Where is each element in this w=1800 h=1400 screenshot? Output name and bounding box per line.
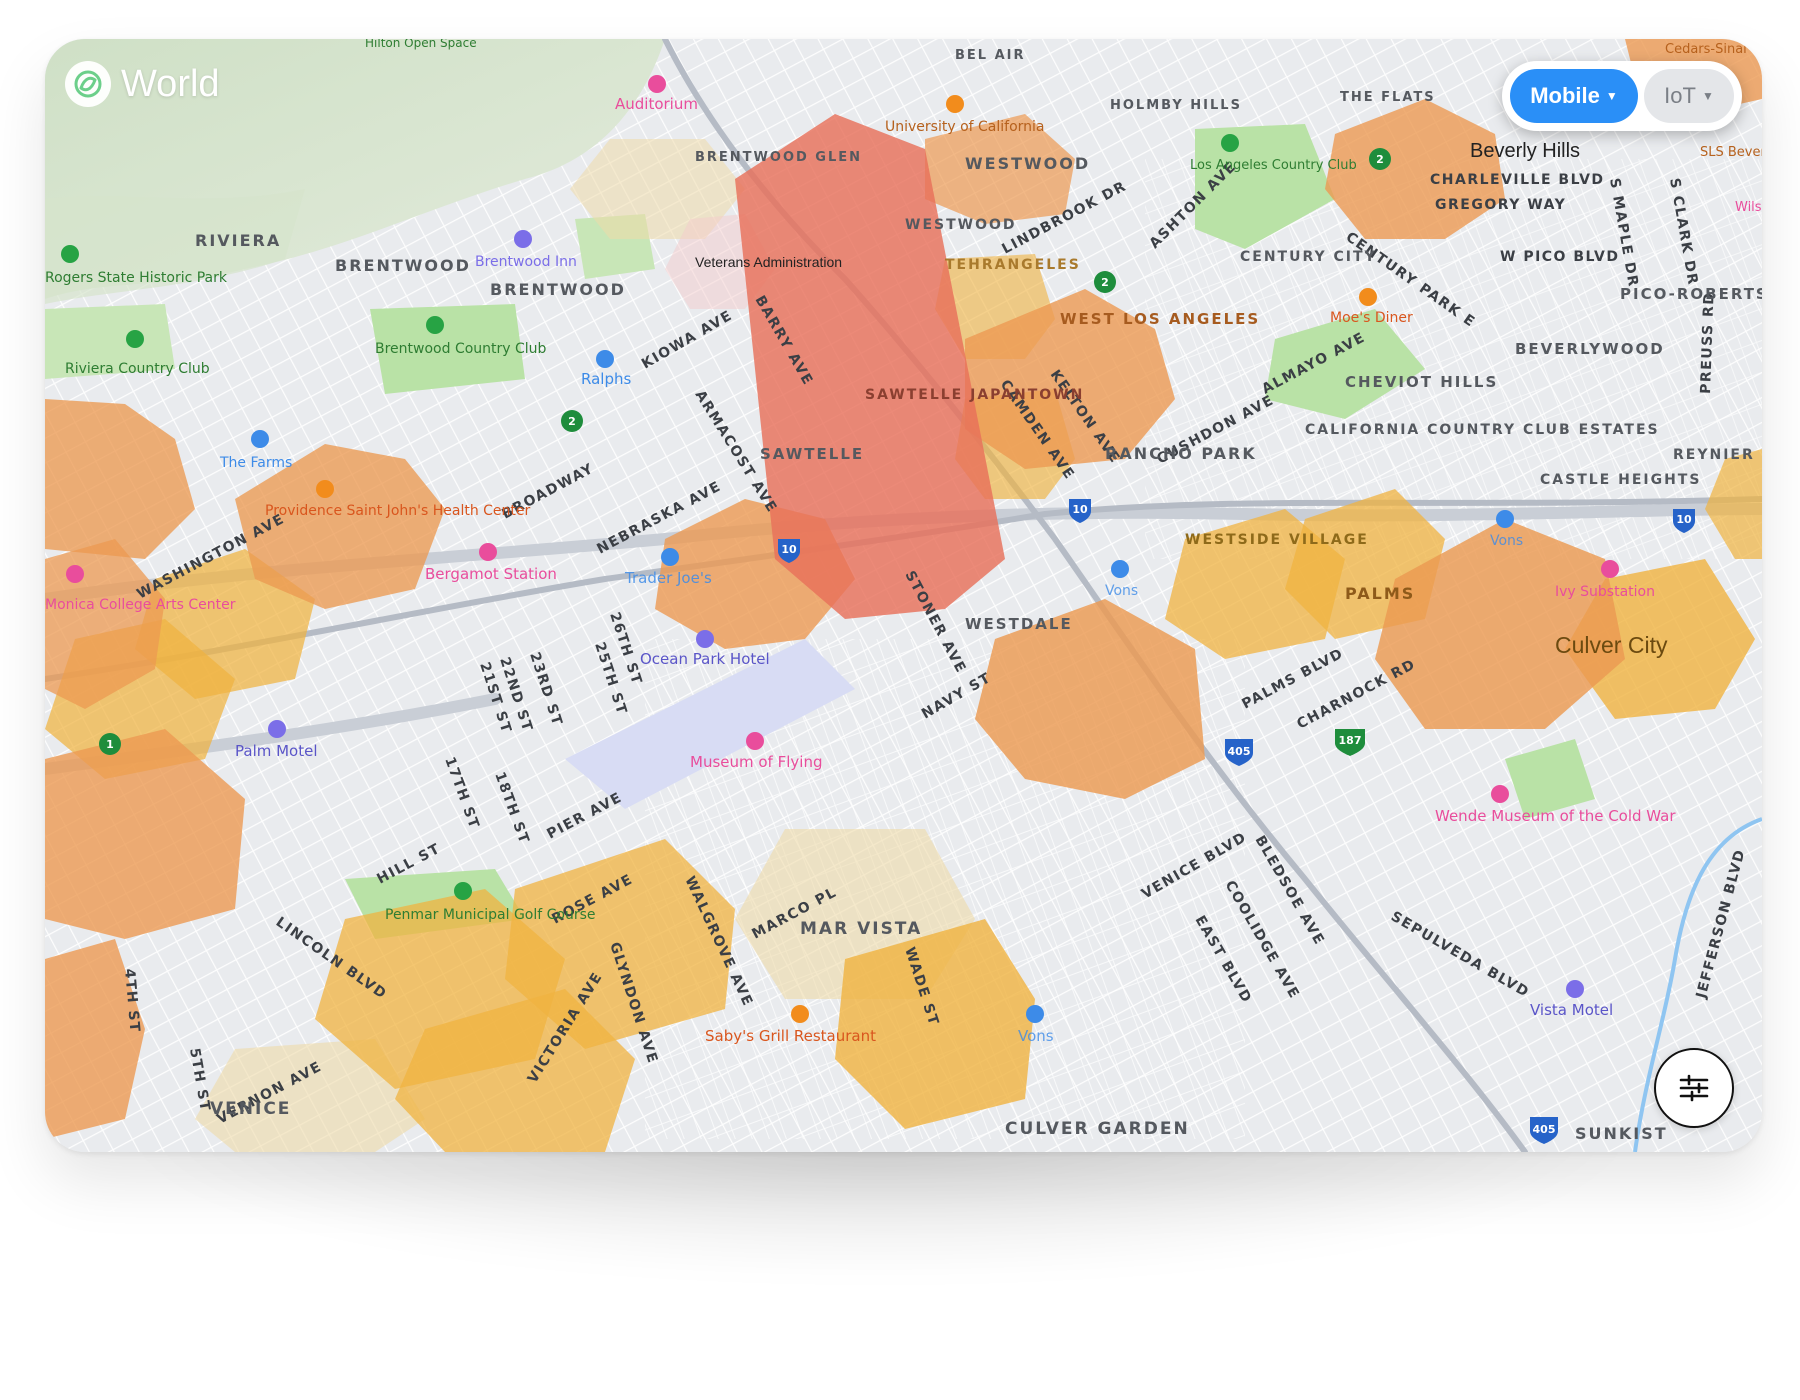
poi-label: Moe's Diner [1330, 310, 1413, 326]
district-label: BRENTWOOD [490, 280, 626, 299]
district-label: WESTWOOD [905, 217, 1017, 233]
poi-label: Wende Museum of the Cold War [1435, 807, 1676, 825]
poi-label: SLS Bever [1700, 145, 1762, 160]
svg-text:2: 2 [568, 415, 576, 428]
district-label: BEVERLYWOOD [1515, 340, 1665, 358]
highway-shield-icon: 2 [1369, 148, 1391, 170]
district-label: CALIFORNIA COUNTRY CLUB ESTATES [1305, 422, 1660, 438]
toggle-label: Mobile [1530, 83, 1600, 108]
svg-text:187: 187 [1339, 734, 1362, 747]
caret-down-icon: ▼ [1605, 89, 1618, 103]
svg-text:10: 10 [1676, 513, 1692, 526]
district-label: CASTLE HEIGHTS [1540, 472, 1701, 488]
poi-label: Monica College Arts Center [45, 597, 236, 613]
world-logo-icon [65, 61, 111, 107]
district-label: CHEVIOT HILLS [1345, 373, 1498, 391]
poi-label: Saby's Grill Restaurant [705, 1027, 876, 1045]
city-label: Veterans Administration [695, 254, 842, 270]
district-label: WESTSIDE VILLAGE [1185, 532, 1369, 548]
poi-label: Ivy Substation [1555, 584, 1655, 600]
poi-label: Auditorium [615, 95, 698, 113]
district-label: REYNIER VILLAGE [1673, 447, 1762, 463]
poi-label: Providence Saint John's Health Center [265, 503, 531, 519]
street-label: W PICO BLVD [1500, 249, 1619, 265]
poi-label: Vista Motel [1530, 1001, 1613, 1019]
poi-label: Vons [1018, 1027, 1054, 1045]
svg-text:10: 10 [781, 543, 797, 556]
highway-shield-icon: 1 [99, 733, 121, 755]
iot-toggle-button[interactable]: IoT ▼ [1644, 69, 1734, 123]
poi-label: Los Angeles Country Club [1190, 158, 1357, 173]
poi-label: Vons [1105, 583, 1138, 599]
svg-text:10: 10 [1072, 503, 1088, 516]
poi-label: Palm Motel [235, 742, 318, 760]
poi-label: Bergamot Station [425, 565, 557, 583]
district-label: SUNKIST [1575, 1124, 1668, 1143]
caret-down-icon: ▼ [1701, 89, 1714, 103]
poi-label: Ocean Park Hotel [640, 650, 770, 668]
highway-shield-icon: 2 [561, 410, 583, 432]
poi-label: Wils [1735, 200, 1762, 215]
district-label: SAWTELLE JAPANTOWN [865, 387, 1084, 403]
district-label: WESTWOOD [965, 154, 1090, 173]
brand-name: World [121, 62, 220, 105]
poi-marker: Hilton Open Space [365, 39, 477, 50]
poi-label: Brentwood Inn [475, 254, 577, 270]
filter-button[interactable] [1654, 1048, 1734, 1128]
district-label: MAR VISTA [800, 919, 922, 939]
poi-marker: Cedars-Sinai [1665, 42, 1747, 57]
street-label: GREGORY WAY [1435, 197, 1566, 213]
mobile-toggle-button[interactable]: Mobile ▼ [1510, 69, 1638, 123]
district-label: TEHRANGELES [945, 257, 1081, 273]
poi-label: Hilton Open Space [365, 39, 477, 50]
district-label: PICO-ROBERTSON [1620, 285, 1762, 303]
district-label: SAWTELLE [760, 445, 864, 463]
district-label: CENTURY CITY [1240, 249, 1377, 265]
poi-marker: SLS Bever [1700, 145, 1762, 160]
highway-shield-icon: 2 [1094, 271, 1116, 293]
district-label: BEL AIR [955, 48, 1026, 63]
district-label: HOLMBY HILLS [1110, 98, 1242, 113]
district-label: RIVIERA [195, 231, 281, 250]
poi-label: Vons [1490, 533, 1523, 549]
map-card[interactable]: BROADWAY NEBRASKA AVE WASHINGTON AVE KIO… [45, 39, 1762, 1152]
poi-label: Ralphs [581, 370, 631, 388]
poi-label: Trader Joe's [624, 569, 712, 587]
map-canvas[interactable]: BROADWAY NEBRASKA AVE WASHINGTON AVE KIO… [45, 39, 1762, 1152]
district-label: BRENTWOOD GLEN [695, 150, 862, 165]
sliders-filter-icon [1679, 1074, 1709, 1102]
poi-label: Riviera Country Club [65, 361, 210, 377]
district-label: VENICE [210, 1099, 291, 1119]
svg-text:1: 1 [106, 738, 114, 751]
poi-label: Museum of Flying [690, 753, 822, 771]
district-label: CULVER GARDEN [1005, 1119, 1190, 1139]
poi-label: Penmar Municipal Golf Course [385, 907, 596, 923]
poi-label: Rogers State Historic Park [45, 270, 228, 286]
poi-label: Cedars-Sinai [1665, 42, 1747, 57]
district-label: RANCHO PARK [1105, 444, 1257, 463]
district-label: THE FLATS [1340, 90, 1436, 105]
poi-label: Brentwood Country Club [375, 341, 547, 357]
district-label: WESTDALE [965, 615, 1073, 633]
poi-label: University of California [885, 119, 1045, 135]
poi-label: The Farms [219, 455, 292, 471]
svg-text:405: 405 [1533, 1123, 1556, 1136]
toggle-label: IoT [1664, 83, 1696, 108]
district-label: BRENTWOOD [335, 256, 471, 275]
poi-marker: Wils [1735, 200, 1762, 215]
city-label: Culver City [1555, 632, 1668, 658]
svg-text:405: 405 [1228, 745, 1251, 758]
street-label: CHARLEVILLE BLVD [1430, 172, 1605, 188]
city-label: Beverly Hills [1470, 140, 1580, 162]
svg-text:2: 2 [1101, 276, 1109, 289]
svg-text:2: 2 [1376, 153, 1384, 166]
district-label: PALMS [1345, 584, 1415, 603]
district-label: WEST LOS ANGELES [1060, 310, 1260, 328]
brand[interactable]: World [65, 61, 220, 107]
network-toggle: Mobile ▼ IoT ▼ [1502, 61, 1742, 131]
